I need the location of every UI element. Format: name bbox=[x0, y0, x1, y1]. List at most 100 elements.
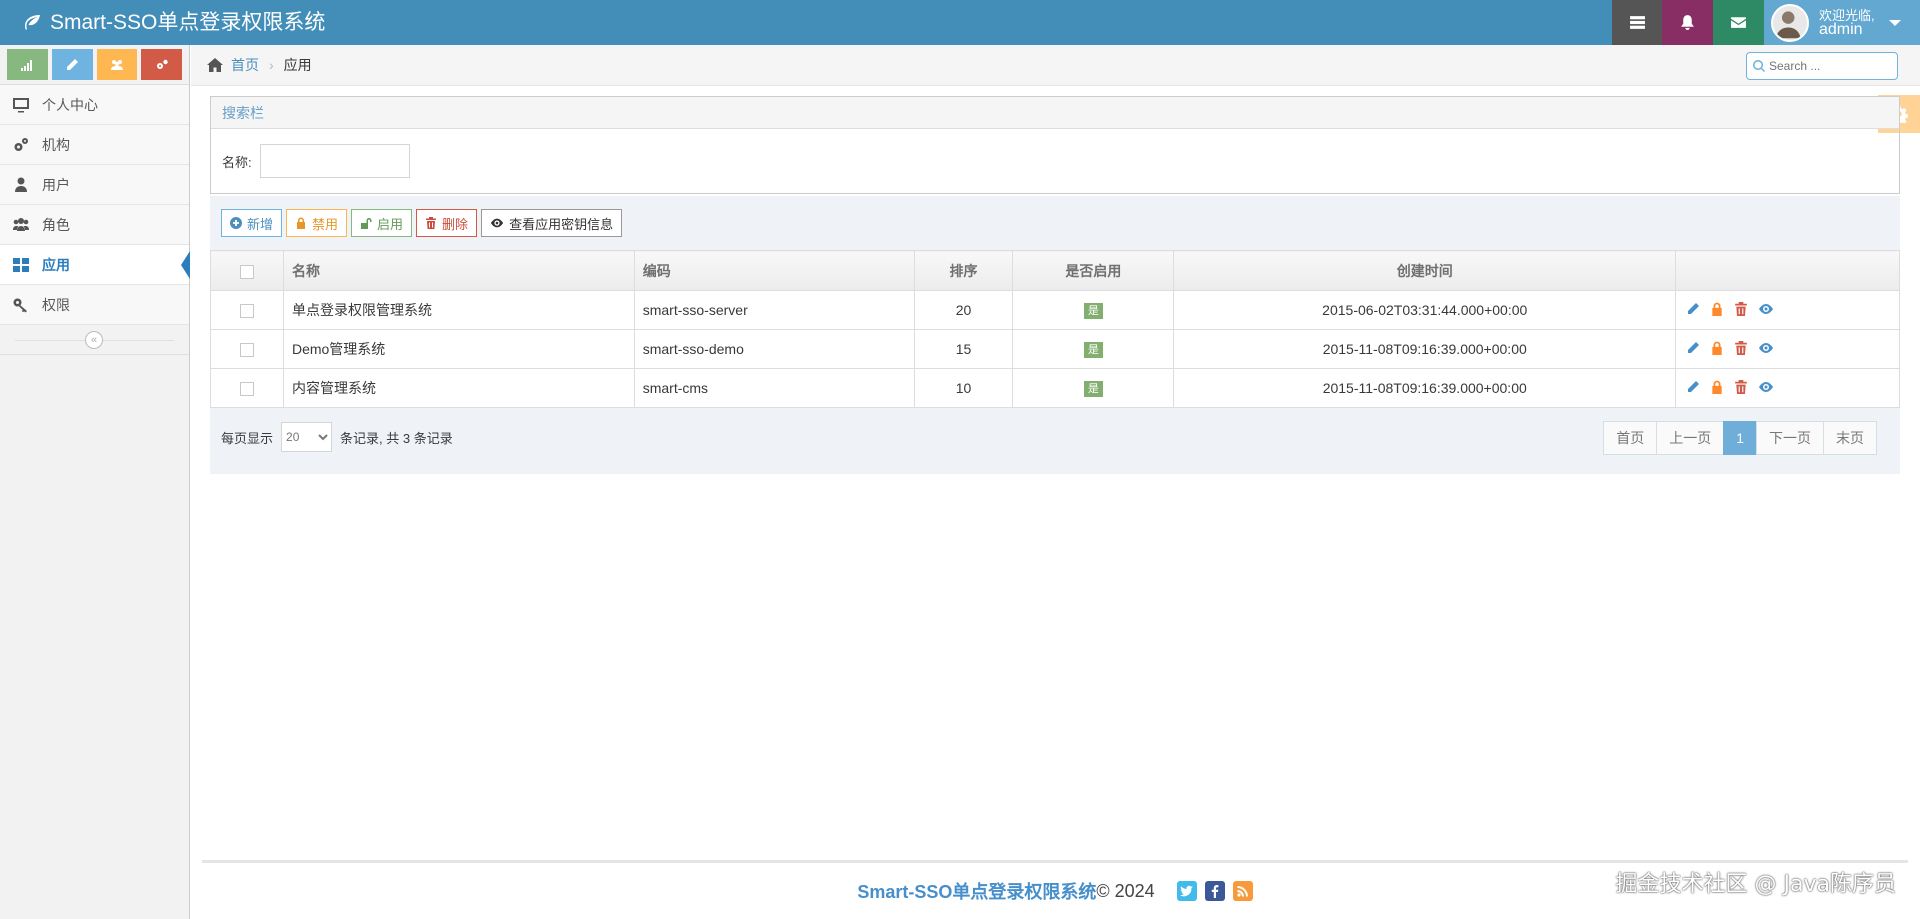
lock-action[interactable] bbox=[1710, 341, 1724, 358]
next-page-button[interactable]: 下一页 bbox=[1756, 421, 1824, 455]
lock-action[interactable] bbox=[1710, 380, 1724, 397]
sidebar-item-personal-center[interactable]: 个人中心 bbox=[0, 85, 189, 125]
delete-action[interactable] bbox=[1734, 301, 1748, 319]
breadcrumb: 首页 › 应用 bbox=[191, 45, 1920, 86]
trash-icon bbox=[1735, 301, 1747, 316]
edit-action[interactable] bbox=[1686, 341, 1700, 358]
trash-icon bbox=[426, 217, 437, 229]
sidebar-item-applications[interactable]: 应用 bbox=[0, 245, 190, 285]
add-button[interactable]: 新增 bbox=[221, 209, 283, 237]
first-page-button[interactable]: 首页 bbox=[1603, 421, 1658, 455]
sidebar: 个人中心 机构 用户 角色 应用 权限 « bbox=[0, 45, 190, 919]
lock-icon bbox=[1712, 302, 1722, 316]
username: admin bbox=[1819, 20, 1863, 38]
column-header-code[interactable]: 编码 bbox=[633, 250, 915, 291]
disable-button[interactable]: 禁用 bbox=[286, 209, 348, 237]
table-row: Demo管理系统 smart-sso-demo 15 是 2015-11-08T… bbox=[210, 329, 1900, 369]
sidebar-menu: 个人中心 机构 用户 角色 应用 权限 bbox=[0, 85, 190, 325]
row-checkbox[interactable] bbox=[239, 382, 254, 397]
edit-action[interactable] bbox=[1686, 302, 1700, 319]
messages-button[interactable] bbox=[1713, 0, 1764, 45]
notifications-button[interactable] bbox=[1662, 0, 1713, 45]
current-page-button[interactable]: 1 bbox=[1723, 421, 1757, 455]
collapse-sidebar-button[interactable]: « bbox=[85, 331, 103, 349]
search-icon bbox=[1753, 60, 1765, 72]
table-header-row: 名称 编码 排序 是否启用 创建时间 bbox=[210, 250, 1900, 291]
sidebar-collapse-bar: « bbox=[0, 325, 189, 355]
delete-button[interactable]: 删除 bbox=[416, 209, 478, 237]
sidebar-item-organization[interactable]: 机构 bbox=[0, 125, 189, 165]
lock-icon bbox=[1712, 380, 1722, 394]
delete-action[interactable] bbox=[1734, 340, 1748, 358]
brand-text: Smart-SSO单点登录权限系统 bbox=[50, 11, 326, 34]
twitter-link[interactable] bbox=[1176, 881, 1197, 901]
view-action[interactable] bbox=[1758, 302, 1774, 319]
delete-action[interactable] bbox=[1734, 379, 1748, 397]
search-panel: 搜索栏 名称: bbox=[210, 96, 1900, 194]
brand[interactable]: Smart-SSO单点登录权限系统 bbox=[22, 0, 325, 45]
group-icon bbox=[110, 59, 123, 70]
sidebar-item-roles[interactable]: 角色 bbox=[0, 205, 189, 245]
shortcut-users-button[interactable] bbox=[96, 49, 138, 80]
name-filter-input[interactable] bbox=[259, 144, 410, 178]
page-size-select[interactable]: 20 bbox=[281, 422, 333, 452]
lock-action[interactable] bbox=[1710, 302, 1724, 319]
sidebar-shortcuts bbox=[0, 45, 189, 85]
cell-name: 单点登录权限管理系统 bbox=[282, 290, 635, 330]
footer-brand: Smart-SSO单点登录权限系统 bbox=[857, 882, 1097, 902]
pagination: 首页 上一页 1 下一页 末页 bbox=[1603, 421, 1877, 455]
column-header-name[interactable]: 名称 bbox=[282, 250, 635, 291]
facebook-link[interactable] bbox=[1204, 881, 1225, 901]
cell-code: smart-cms bbox=[633, 368, 915, 408]
app-table: 名称 编码 排序 是否启用 创建时间 单点登录权限管理系统 smart-sso-… bbox=[210, 250, 1900, 408]
column-header-created[interactable]: 创建时间 bbox=[1173, 250, 1677, 291]
edit-action[interactable] bbox=[1686, 380, 1700, 397]
nav-search bbox=[1746, 52, 1898, 80]
shortcut-stats-button[interactable] bbox=[7, 49, 48, 80]
select-all-checkbox[interactable] bbox=[239, 264, 254, 279]
sidebar-item-label: 机构 bbox=[42, 136, 70, 153]
view-action[interactable] bbox=[1758, 341, 1774, 358]
envelope-icon bbox=[1731, 17, 1746, 28]
shortcut-edit-button[interactable] bbox=[51, 49, 93, 80]
eye-icon bbox=[1758, 342, 1773, 353]
prev-page-button[interactable]: 上一页 bbox=[1656, 421, 1725, 455]
enable-button[interactable]: 启用 bbox=[351, 209, 413, 237]
sidebar-item-users[interactable]: 用户 bbox=[0, 165, 189, 205]
enabled-badge: 是 bbox=[1083, 342, 1103, 358]
sidebar-item-label: 个人中心 bbox=[42, 96, 98, 113]
cell-sort: 10 bbox=[913, 368, 1014, 408]
trash-icon bbox=[1735, 340, 1747, 355]
enabled-badge: 是 bbox=[1083, 381, 1103, 397]
grid-icon bbox=[13, 257, 29, 272]
cell-sort: 15 bbox=[913, 329, 1014, 369]
table-row: 单点登录权限管理系统 smart-sso-server 20 是 2015-06… bbox=[210, 290, 1900, 330]
row-checkbox[interactable] bbox=[239, 304, 254, 319]
search-input[interactable] bbox=[1769, 59, 1889, 73]
shortcut-settings-button[interactable] bbox=[141, 49, 182, 80]
eye-icon bbox=[490, 218, 504, 228]
users-icon bbox=[13, 217, 29, 231]
sidebar-item-label: 权限 bbox=[42, 296, 70, 313]
breadcrumb-home-link[interactable]: 首页 bbox=[231, 55, 259, 75]
user-menu[interactable]: 欢迎光临, admin bbox=[1764, 0, 1920, 45]
rss-link[interactable] bbox=[1232, 881, 1253, 901]
column-header-actions bbox=[1675, 250, 1900, 291]
social-links bbox=[1176, 881, 1253, 901]
signal-icon bbox=[21, 59, 33, 71]
row-checkbox[interactable] bbox=[239, 343, 254, 358]
row-actions bbox=[1675, 329, 1900, 369]
view-secret-button[interactable]: 查看应用密钥信息 bbox=[481, 209, 623, 237]
cell-created: 2015-06-02T03:31:44.000+00:00 bbox=[1173, 290, 1677, 330]
sidebar-item-permissions[interactable]: 权限 bbox=[0, 285, 189, 325]
last-page-button[interactable]: 末页 bbox=[1823, 421, 1877, 455]
search-panel-title: 搜索栏 bbox=[211, 97, 1899, 129]
tasks-button[interactable] bbox=[1612, 0, 1663, 45]
user-icon bbox=[15, 177, 27, 192]
column-header-enabled[interactable]: 是否启用 bbox=[1012, 250, 1175, 291]
column-header-sort[interactable]: 排序 bbox=[913, 250, 1014, 291]
desktop-icon bbox=[13, 97, 29, 112]
key-icon bbox=[13, 298, 27, 312]
view-action[interactable] bbox=[1758, 380, 1774, 397]
lock-icon bbox=[297, 217, 306, 229]
